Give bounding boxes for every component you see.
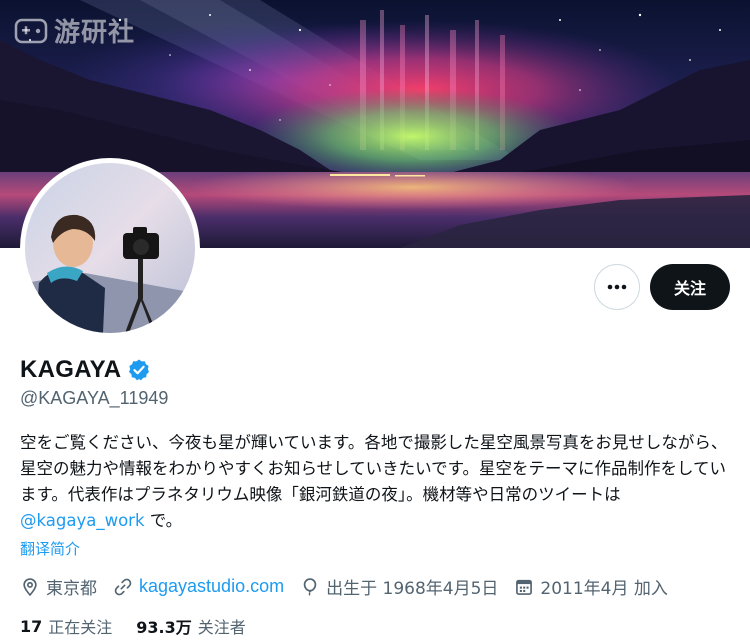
location-text: 東京都: [46, 579, 97, 599]
joined-text: 2011年4月 加入: [540, 579, 668, 599]
translate-bio-link[interactable]: 翻译简介: [20, 538, 80, 559]
gamepad-logo-icon: [14, 18, 48, 43]
profile-bio: 空をご覧ください、今夜も星が輝いています。各地で撮影した星空風景写真をお見せしな…: [20, 430, 732, 534]
user-handle: @KAGAYA_11949: [20, 388, 169, 408]
avatar[interactable]: [20, 158, 200, 338]
meta-location: 東京都: [20, 574, 97, 599]
meta-birthday: 出生于 1968年4月5日: [300, 574, 498, 599]
display-name: KAGAYA: [20, 356, 122, 383]
more-options-button[interactable]: [594, 264, 640, 310]
bio-mention-link[interactable]: @kagaya_work: [20, 511, 145, 530]
profile-meta-row: 東京都 kagayastudio.com 出生于 1968年4月5日 2011年…: [20, 574, 684, 599]
following-count: 17: [20, 616, 43, 636]
name-row: KAGAYA: [20, 356, 151, 384]
calendar-icon: [516, 579, 533, 595]
balloon-icon: [303, 577, 317, 596]
following-stat[interactable]: 17 正在关注: [20, 614, 112, 638]
watermark-text: 游研社: [54, 18, 136, 48]
followers-label: 关注者: [197, 618, 246, 637]
bio-text: 空をご覧ください、今夜も星が輝いています。各地で撮影した星空風景写真をお見せしな…: [20, 433, 728, 504]
follow-button[interactable]: 关注: [650, 264, 730, 310]
following-label: 正在关注: [48, 618, 113, 637]
followers-count: 93.3万: [136, 618, 192, 637]
location-pin-icon: [23, 577, 37, 596]
avatar-image: [25, 163, 195, 333]
bio-text-end: で。: [144, 511, 183, 530]
watermark-logo: 游研社: [14, 12, 135, 49]
more-dots-icon: [607, 284, 627, 290]
followers-stat[interactable]: 93.3万 关注者: [136, 614, 246, 638]
website-link[interactable]: kagayastudio.com: [139, 576, 284, 597]
meta-website[interactable]: kagayastudio.com: [113, 576, 284, 597]
verified-badge-icon[interactable]: [127, 358, 151, 382]
link-icon: [114, 578, 132, 595]
birthday-text: 出生于 1968年4月5日: [326, 579, 499, 599]
meta-joined: 2011年4月 加入: [514, 574, 668, 599]
follow-stats-row: 17 正在关注 93.3万 关注者: [20, 614, 270, 638]
